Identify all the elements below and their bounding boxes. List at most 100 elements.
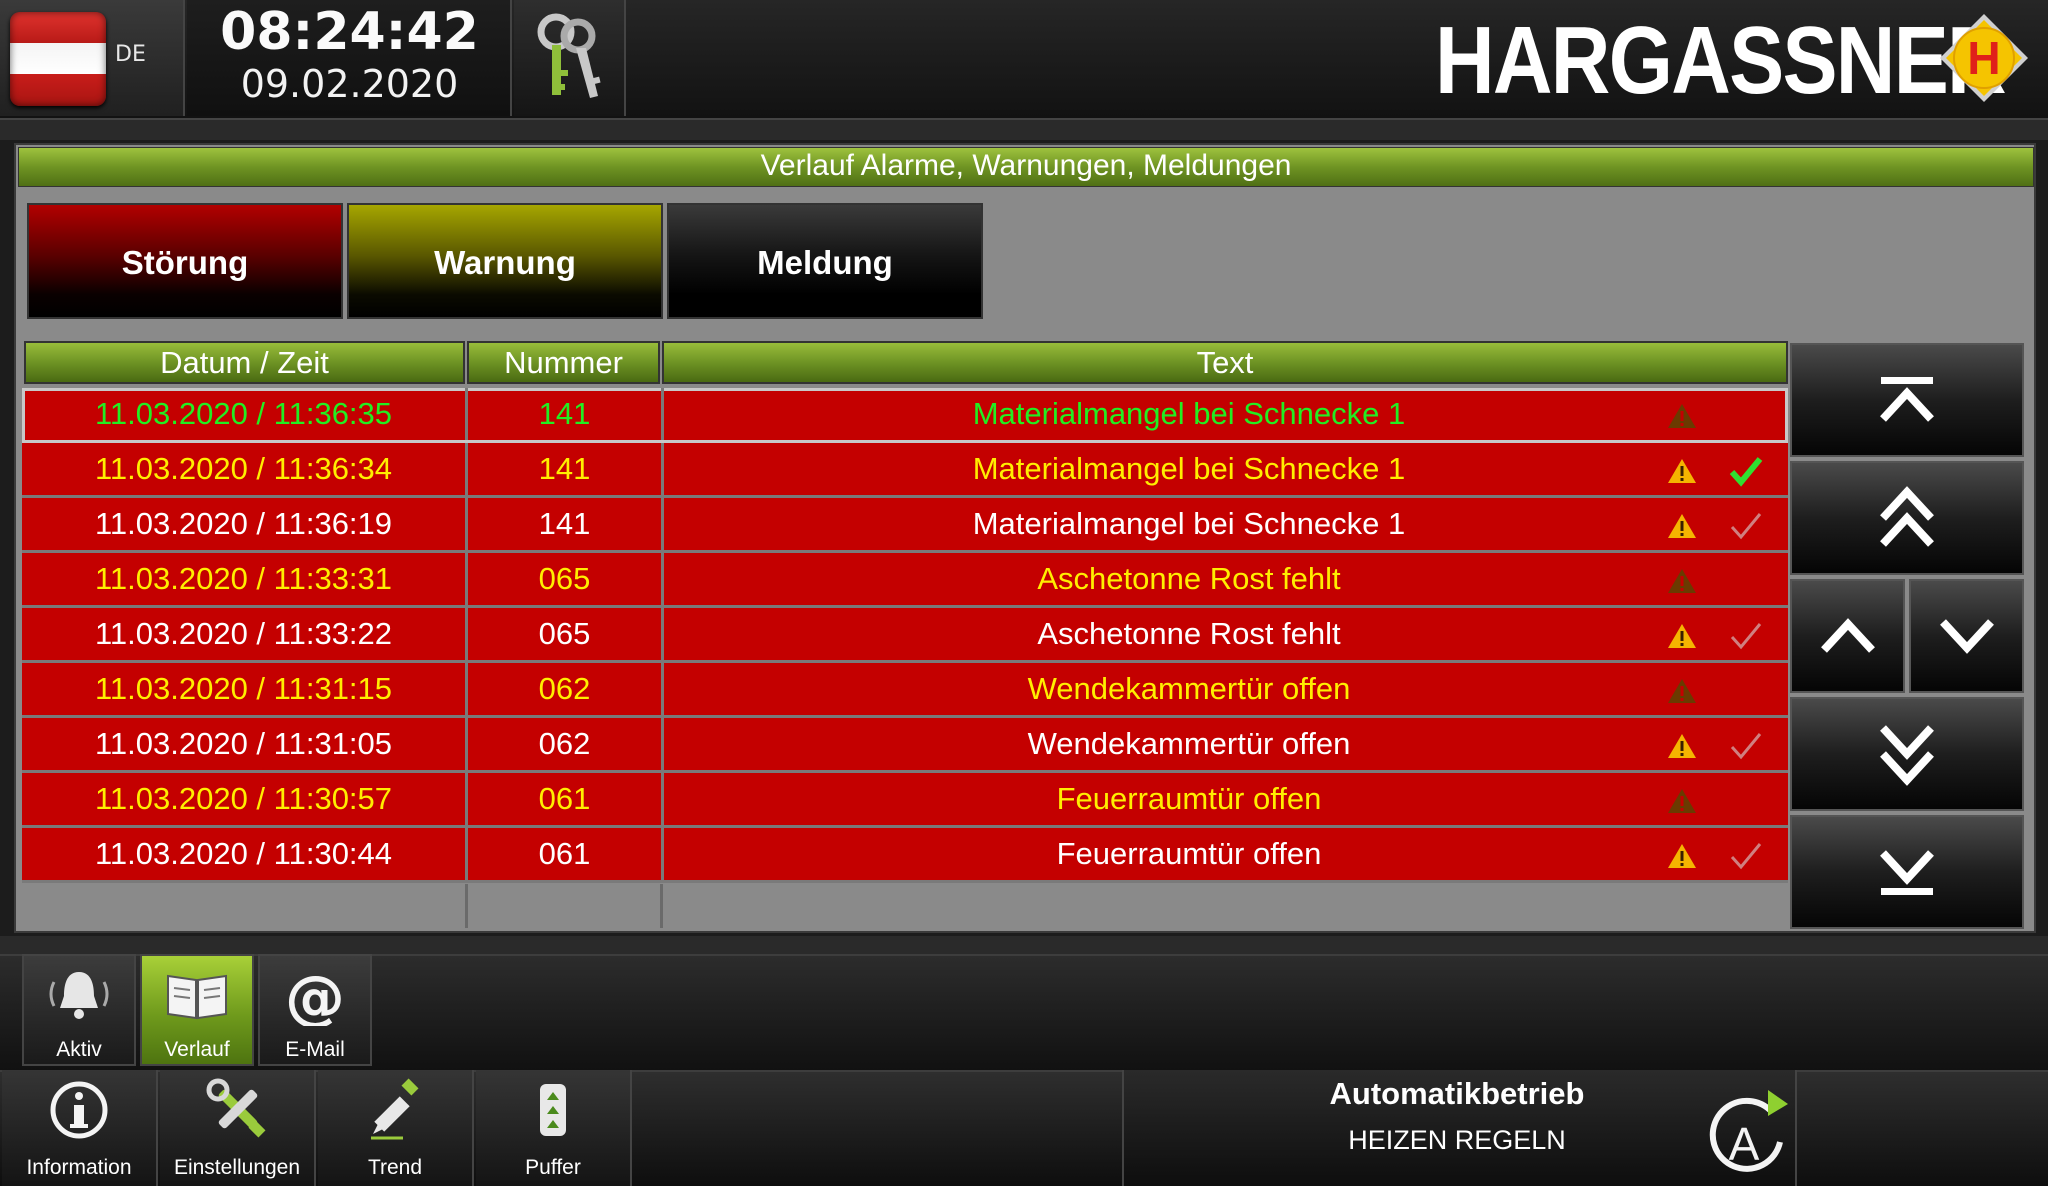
acknowledge-check-icon[interactable] bbox=[1722, 773, 1770, 825]
warning-icon bbox=[1662, 718, 1702, 770]
table-row[interactable]: 11.03.2020 / 11:31:15 062 Wendekammertür o… bbox=[22, 663, 1788, 718]
nav-einstellungen-button[interactable]: Einstellungen bbox=[160, 1070, 316, 1186]
page-down-button[interactable] bbox=[1790, 697, 2024, 811]
operating-state: HEIZEN REGELN bbox=[1348, 1125, 1566, 1155]
filter-warnung-button[interactable]: Warnung bbox=[347, 203, 663, 319]
history-table-body: 11.03.2020 / 11:36:35 141 Materialmangel b… bbox=[22, 388, 1788, 884]
brand-name: HARGASSNER bbox=[1435, 7, 2007, 114]
row-text: Aschetonne Rost fehlt bbox=[1037, 561, 1341, 596]
table-row[interactable]: 11.03.2020 / 11:36:35 141 Materialmangel b… bbox=[22, 388, 1788, 443]
row-number: 065 bbox=[468, 553, 664, 605]
scroll-bottom-icon bbox=[1880, 850, 1934, 895]
scroll-top-button[interactable] bbox=[1790, 343, 2024, 457]
warning-icon bbox=[1662, 773, 1702, 825]
pen-icon bbox=[371, 1078, 419, 1140]
row-text: Materialmangel bei Schnecke 1 bbox=[972, 506, 1406, 541]
page-up-icon bbox=[1880, 486, 1934, 547]
automatic-mode-icon: A bbox=[1700, 1080, 1792, 1180]
row-number: 061 bbox=[468, 828, 664, 880]
line-down-icon bbox=[1939, 619, 1994, 654]
warning-icon bbox=[1662, 828, 1702, 880]
table-row[interactable]: 11.03.2020 / 11:36:19 141 Materialmangel b… bbox=[22, 498, 1788, 553]
acknowledge-check-icon[interactable] bbox=[1722, 388, 1770, 440]
table-row[interactable]: 11.03.2020 / 11:33:31 065 Aschetonne Rost … bbox=[22, 553, 1788, 608]
book-icon bbox=[167, 974, 227, 1020]
footer-separator bbox=[0, 936, 2048, 954]
row-text: Wendekammertür offen bbox=[1027, 726, 1351, 761]
row-datetime: 11.03.2020 / 11:36:34 bbox=[22, 443, 468, 495]
line-up-button[interactable] bbox=[1790, 579, 1905, 693]
row-number: 062 bbox=[468, 663, 664, 715]
warning-icon bbox=[1662, 553, 1702, 605]
page-down-icon bbox=[1880, 725, 1934, 786]
column-divider bbox=[660, 884, 663, 928]
subnav-verlauf-button[interactable]: Verlauf bbox=[140, 954, 254, 1066]
table-row[interactable]: 11.03.2020 / 11:36:34 141 Materialmangel b… bbox=[22, 443, 1788, 498]
nav-label: Puffer bbox=[525, 1156, 581, 1179]
row-datetime: 11.03.2020 / 11:31:15 bbox=[22, 663, 468, 715]
row-datetime: 11.03.2020 / 11:31:05 bbox=[22, 718, 468, 770]
row-text: Wendekammertür offen bbox=[1027, 671, 1351, 706]
svg-text:H: H bbox=[1967, 32, 2000, 84]
row-datetime: 11.03.2020 / 11:30:44 bbox=[22, 828, 468, 880]
table-empty-row bbox=[22, 884, 1788, 928]
row-datetime: 11.03.2020 / 11:33:22 bbox=[22, 608, 468, 660]
acknowledge-check-icon[interactable] bbox=[1722, 828, 1770, 880]
filter-meldung-button[interactable]: Meldung bbox=[667, 203, 983, 319]
tools-icon bbox=[206, 1078, 266, 1138]
page-up-button[interactable] bbox=[1790, 461, 2024, 575]
row-text: Materialmangel bei Schnecke 1 bbox=[972, 396, 1406, 431]
filter-stoerung-button[interactable]: Störung bbox=[27, 203, 343, 319]
at-icon: @ bbox=[285, 964, 345, 1026]
row-datetime: 11.03.2020 / 11:30:57 bbox=[22, 773, 468, 825]
column-divider bbox=[465, 884, 468, 928]
column-header-datetime[interactable]: Datum / Zeit bbox=[24, 341, 465, 384]
nav-puffer-button[interactable]: Puffer bbox=[476, 1070, 632, 1186]
column-header-number[interactable]: Nummer bbox=[467, 341, 660, 384]
austria-flag-icon[interactable] bbox=[10, 12, 106, 106]
row-text: Aschetonne Rost fehlt bbox=[1037, 616, 1341, 651]
warning-icon bbox=[1662, 608, 1702, 660]
clock-time: 08:24:42 bbox=[220, 2, 479, 62]
row-text: Feuerraumtür offen bbox=[1056, 836, 1322, 871]
row-datetime: 11.03.2020 / 11:33:31 bbox=[22, 553, 468, 605]
svg-text:A: A bbox=[1729, 1118, 1760, 1170]
table-row[interactable]: 11.03.2020 / 11:30:57 061 Feuerraumtür off… bbox=[22, 773, 1788, 828]
row-number: 061 bbox=[468, 773, 664, 825]
scroll-bottom-button[interactable] bbox=[1790, 815, 2024, 929]
row-number: 141 bbox=[468, 498, 664, 550]
table-row[interactable]: 11.03.2020 / 11:31:05 062 Wendekammertür o… bbox=[22, 718, 1788, 773]
table-row[interactable]: 11.03.2020 / 11:33:22 065 Aschetonne Rost … bbox=[22, 608, 1788, 663]
acknowledge-check-icon[interactable] bbox=[1722, 718, 1770, 770]
buffer-tank-icon bbox=[540, 1084, 566, 1136]
nav-label: Information bbox=[26, 1156, 132, 1179]
row-number: 141 bbox=[468, 388, 664, 440]
line-down-button[interactable] bbox=[1909, 579, 2024, 693]
info-icon bbox=[50, 1081, 108, 1139]
table-row[interactable]: 11.03.2020 / 11:30:44 061 Feuerraumtür off… bbox=[22, 828, 1788, 883]
warning-icon bbox=[1662, 663, 1702, 715]
row-number: 065 bbox=[468, 608, 664, 660]
nav-label: Einstellungen bbox=[173, 1156, 301, 1179]
nav-trend-button[interactable]: Trend bbox=[318, 1070, 474, 1186]
acknowledge-check-icon[interactable] bbox=[1722, 608, 1770, 660]
line-up-icon bbox=[1820, 618, 1875, 653]
column-header-text[interactable]: Text bbox=[662, 341, 1788, 384]
acknowledge-check-icon[interactable] bbox=[1722, 498, 1770, 550]
header-separator bbox=[0, 118, 2048, 140]
acknowledge-check-icon[interactable] bbox=[1722, 553, 1770, 605]
subnav-aktiv-button[interactable]: Aktiv bbox=[22, 954, 136, 1066]
warning-icon bbox=[1662, 388, 1702, 440]
panel-title: Verlauf Alarme, Warnungen, Meldungen bbox=[760, 149, 1292, 182]
subnav-email-button[interactable]: @ E-Mail bbox=[258, 954, 372, 1066]
warning-icon bbox=[1662, 498, 1702, 550]
svg-text:@: @ bbox=[285, 964, 345, 1026]
operating-mode: Automatikbetrieb bbox=[1329, 1076, 1585, 1111]
acknowledge-check-icon[interactable] bbox=[1722, 443, 1770, 495]
login-keys-button[interactable] bbox=[514, 0, 626, 116]
acknowledge-check-icon[interactable] bbox=[1722, 663, 1770, 715]
nav-information-button[interactable]: Information bbox=[2, 1070, 158, 1186]
subnav-label: Aktiv bbox=[56, 1038, 102, 1061]
subnav-label: E-Mail bbox=[285, 1038, 345, 1061]
row-text: Feuerraumtür offen bbox=[1056, 781, 1322, 816]
